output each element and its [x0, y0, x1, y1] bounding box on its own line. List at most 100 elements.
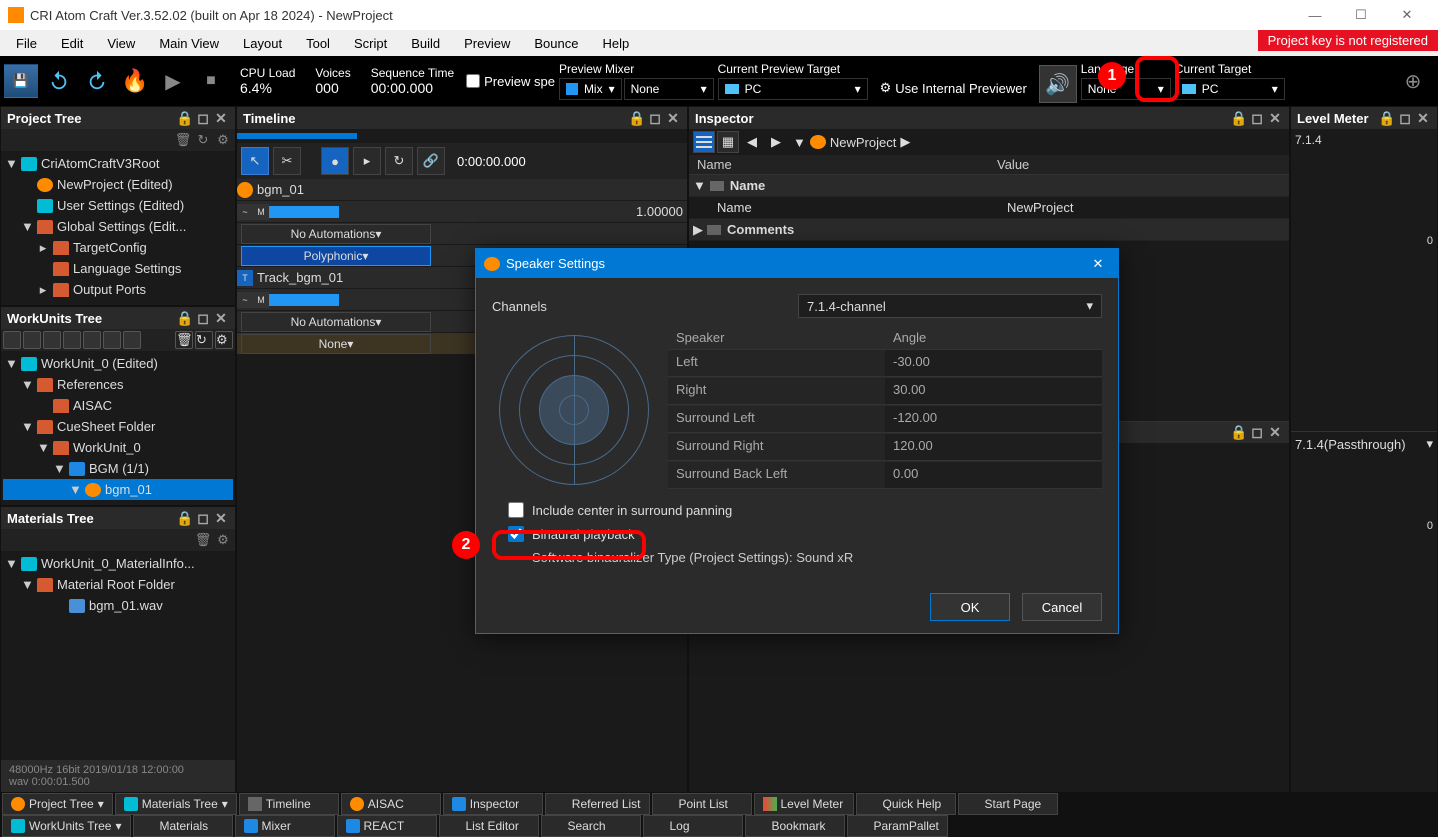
- dialog-titlebar[interactable]: Speaker Settings ✕: [476, 249, 1118, 278]
- menu-layout[interactable]: Layout: [231, 33, 294, 54]
- menu-preview[interactable]: Preview: [452, 33, 522, 54]
- track-controls[interactable]: ~M 1.00000: [237, 201, 687, 223]
- inspector-back[interactable]: ◀: [741, 131, 763, 153]
- tab-aisac[interactable]: AISAC: [341, 793, 441, 815]
- speaker-row[interactable]: Surround Right120.00: [668, 434, 1102, 462]
- dialog-close-button[interactable]: ✕: [1086, 256, 1110, 272]
- tab-level-meter[interactable]: Level Meter: [754, 793, 854, 815]
- dialog-ok-button[interactable]: OK: [930, 593, 1010, 621]
- automation-dropdown[interactable]: No Automations ▾: [241, 312, 431, 332]
- project-tree[interactable]: ▼CriAtomCraftV3Root NewProject (Edited) …: [1, 151, 235, 305]
- window-minimize-button[interactable]: —: [1292, 0, 1338, 30]
- tab-react[interactable]: REACT: [337, 815, 437, 837]
- inspector-group-row[interactable]: ▼Name: [689, 175, 1289, 197]
- undo-button[interactable]: [42, 64, 76, 98]
- stop-button[interactable]: ■: [194, 64, 228, 98]
- menu-help[interactable]: Help: [590, 33, 641, 54]
- tab-referred-list[interactable]: Referred List: [545, 793, 650, 815]
- menu-tool[interactable]: Tool: [294, 33, 342, 54]
- window-maximize-button[interactable]: ☐: [1338, 0, 1384, 30]
- dialog-cancel-button[interactable]: Cancel: [1022, 593, 1102, 621]
- tab-mixer[interactable]: Mixer: [235, 815, 335, 837]
- preview-mixer-none-select[interactable]: None▾: [624, 78, 714, 100]
- workunits-filter-icons[interactable]: 🗑↻⚙: [1, 329, 235, 351]
- current-preview-target-select[interactable]: PC▾: [718, 78, 868, 100]
- tab-workunits-tree[interactable]: WorkUnits Tree▾: [2, 815, 131, 837]
- speaker-row[interactable]: Right30.00: [668, 378, 1102, 406]
- tab-quick-help[interactable]: Quick Help: [856, 793, 956, 815]
- channels-label: Channels: [492, 299, 782, 314]
- speaker-row[interactable]: Left-30.00: [668, 350, 1102, 378]
- menu-script[interactable]: Script: [342, 33, 399, 54]
- trash-icon[interactable]: 🗑: [175, 132, 191, 148]
- project-key-warning: Project key is not registered: [1258, 30, 1438, 51]
- build-button[interactable]: 🔥: [118, 64, 152, 98]
- inspector-breadcrumb[interactable]: NewProject: [830, 135, 896, 150]
- tab-project-tree[interactable]: Project Tree▾: [2, 793, 113, 815]
- inspector-forward[interactable]: ▶: [765, 131, 787, 153]
- inspector-mode-2[interactable]: ▦: [717, 131, 739, 153]
- timeline-controls: ↖ ✂ ● ▸ ↻ 🔗 0:00:00.000: [237, 143, 687, 179]
- inspector-table-header: NameValue: [689, 155, 1289, 175]
- redo-button[interactable]: [80, 64, 114, 98]
- track-row[interactable]: bgm_01: [237, 179, 687, 201]
- tab-timeline[interactable]: Timeline: [239, 793, 339, 815]
- include-center-checkbox[interactable]: Include center in surround panning: [508, 502, 1102, 518]
- speaker-row[interactable]: Surround Back Left0.00: [668, 462, 1102, 490]
- globe-button[interactable]: ⊕: [1396, 64, 1430, 98]
- window-icon[interactable]: ◻: [195, 110, 211, 126]
- tab-bookmark[interactable]: Bookmark: [745, 815, 845, 837]
- tab-log[interactable]: Log: [643, 815, 743, 837]
- tab-list-editor[interactable]: List Editor: [439, 815, 539, 837]
- gear-icon[interactable]: ⚙: [215, 132, 231, 148]
- passthrough-select[interactable]: 7.1.4(Passthrough)▾: [1291, 431, 1437, 456]
- menu-build[interactable]: Build: [399, 33, 452, 54]
- snap-button[interactable]: ●: [321, 147, 349, 175]
- speaker-settings-dialog: Speaker Settings ✕ Channels 7.1.4-channe…: [475, 248, 1119, 634]
- loop-button[interactable]: ↻: [385, 147, 413, 175]
- cut-tool-button[interactable]: ✂: [273, 147, 301, 175]
- preview-mixer-mix-select[interactable]: Mix▾: [559, 78, 622, 100]
- channels-select[interactable]: 7.1.4-channel▾: [798, 294, 1102, 318]
- workunits-tree[interactable]: ▼WorkUnit_0 (Edited) ▼References AISAC ▼…: [1, 351, 235, 505]
- menu-file[interactable]: File: [4, 33, 49, 54]
- tab-materials[interactable]: Materials: [133, 815, 233, 837]
- sequence-time-display: Sequence Time 00:00.000: [363, 66, 462, 96]
- menu-main-view[interactable]: Main View: [147, 33, 231, 54]
- window-close-button[interactable]: ✕: [1384, 0, 1430, 30]
- inspector-property-row[interactable]: NameNewProject: [689, 197, 1289, 219]
- menu-edit[interactable]: Edit: [49, 33, 95, 54]
- language-select[interactable]: None▾: [1081, 78, 1171, 100]
- tab-parampallet[interactable]: ParamPallet: [847, 815, 948, 837]
- speaker-polar-chart: [492, 326, 656, 494]
- link-button[interactable]: 🔗: [417, 147, 445, 175]
- binaural-playback-checkbox[interactable]: Binaural playback: [508, 526, 1102, 542]
- inspector-mode-1[interactable]: [693, 131, 715, 153]
- tab-search[interactable]: Search: [541, 815, 641, 837]
- menu-view[interactable]: View: [95, 33, 147, 54]
- polyphonic-dropdown[interactable]: Polyphonic ▾: [241, 246, 431, 266]
- tab-point-list[interactable]: Point List: [652, 793, 752, 815]
- tab-materials-tree[interactable]: Materials Tree▾: [115, 793, 237, 815]
- menu-bounce[interactable]: Bounce: [522, 33, 590, 54]
- refresh-icon[interactable]: ↻: [195, 132, 211, 148]
- tab-start-page[interactable]: Start Page: [958, 793, 1058, 815]
- current-target-select[interactable]: PC▾: [1175, 78, 1285, 100]
- preview-speed-checkbox[interactable]: Preview spe: [466, 74, 555, 89]
- voices-display: Voices 000: [307, 66, 358, 96]
- speaker-settings-button[interactable]: 🔊: [1039, 65, 1077, 103]
- language-dropdown: Language None▾: [1081, 62, 1171, 100]
- tab-inspector[interactable]: Inspector: [443, 793, 543, 815]
- materials-tree[interactable]: ▼WorkUnit_0_MaterialInfo... ▼Material Ro…: [1, 551, 235, 760]
- mode-dropdown[interactable]: None ▾: [241, 334, 431, 354]
- automation-dropdown[interactable]: No Automations ▾: [241, 224, 431, 244]
- save-button[interactable]: 💾: [4, 64, 38, 98]
- speaker-row[interactable]: Surround Left-120.00: [668, 406, 1102, 434]
- inspector-group-row[interactable]: ▶Comments: [689, 219, 1289, 241]
- close-icon[interactable]: ✕: [213, 110, 229, 126]
- select-tool-button[interactable]: ↖: [241, 147, 269, 175]
- lock-icon[interactable]: 🔒: [177, 110, 193, 126]
- marker-button[interactable]: ▸: [353, 147, 381, 175]
- play-button[interactable]: ▶: [156, 64, 190, 98]
- use-internal-previewer[interactable]: ⚙Use Internal Previewer: [872, 73, 1035, 103]
